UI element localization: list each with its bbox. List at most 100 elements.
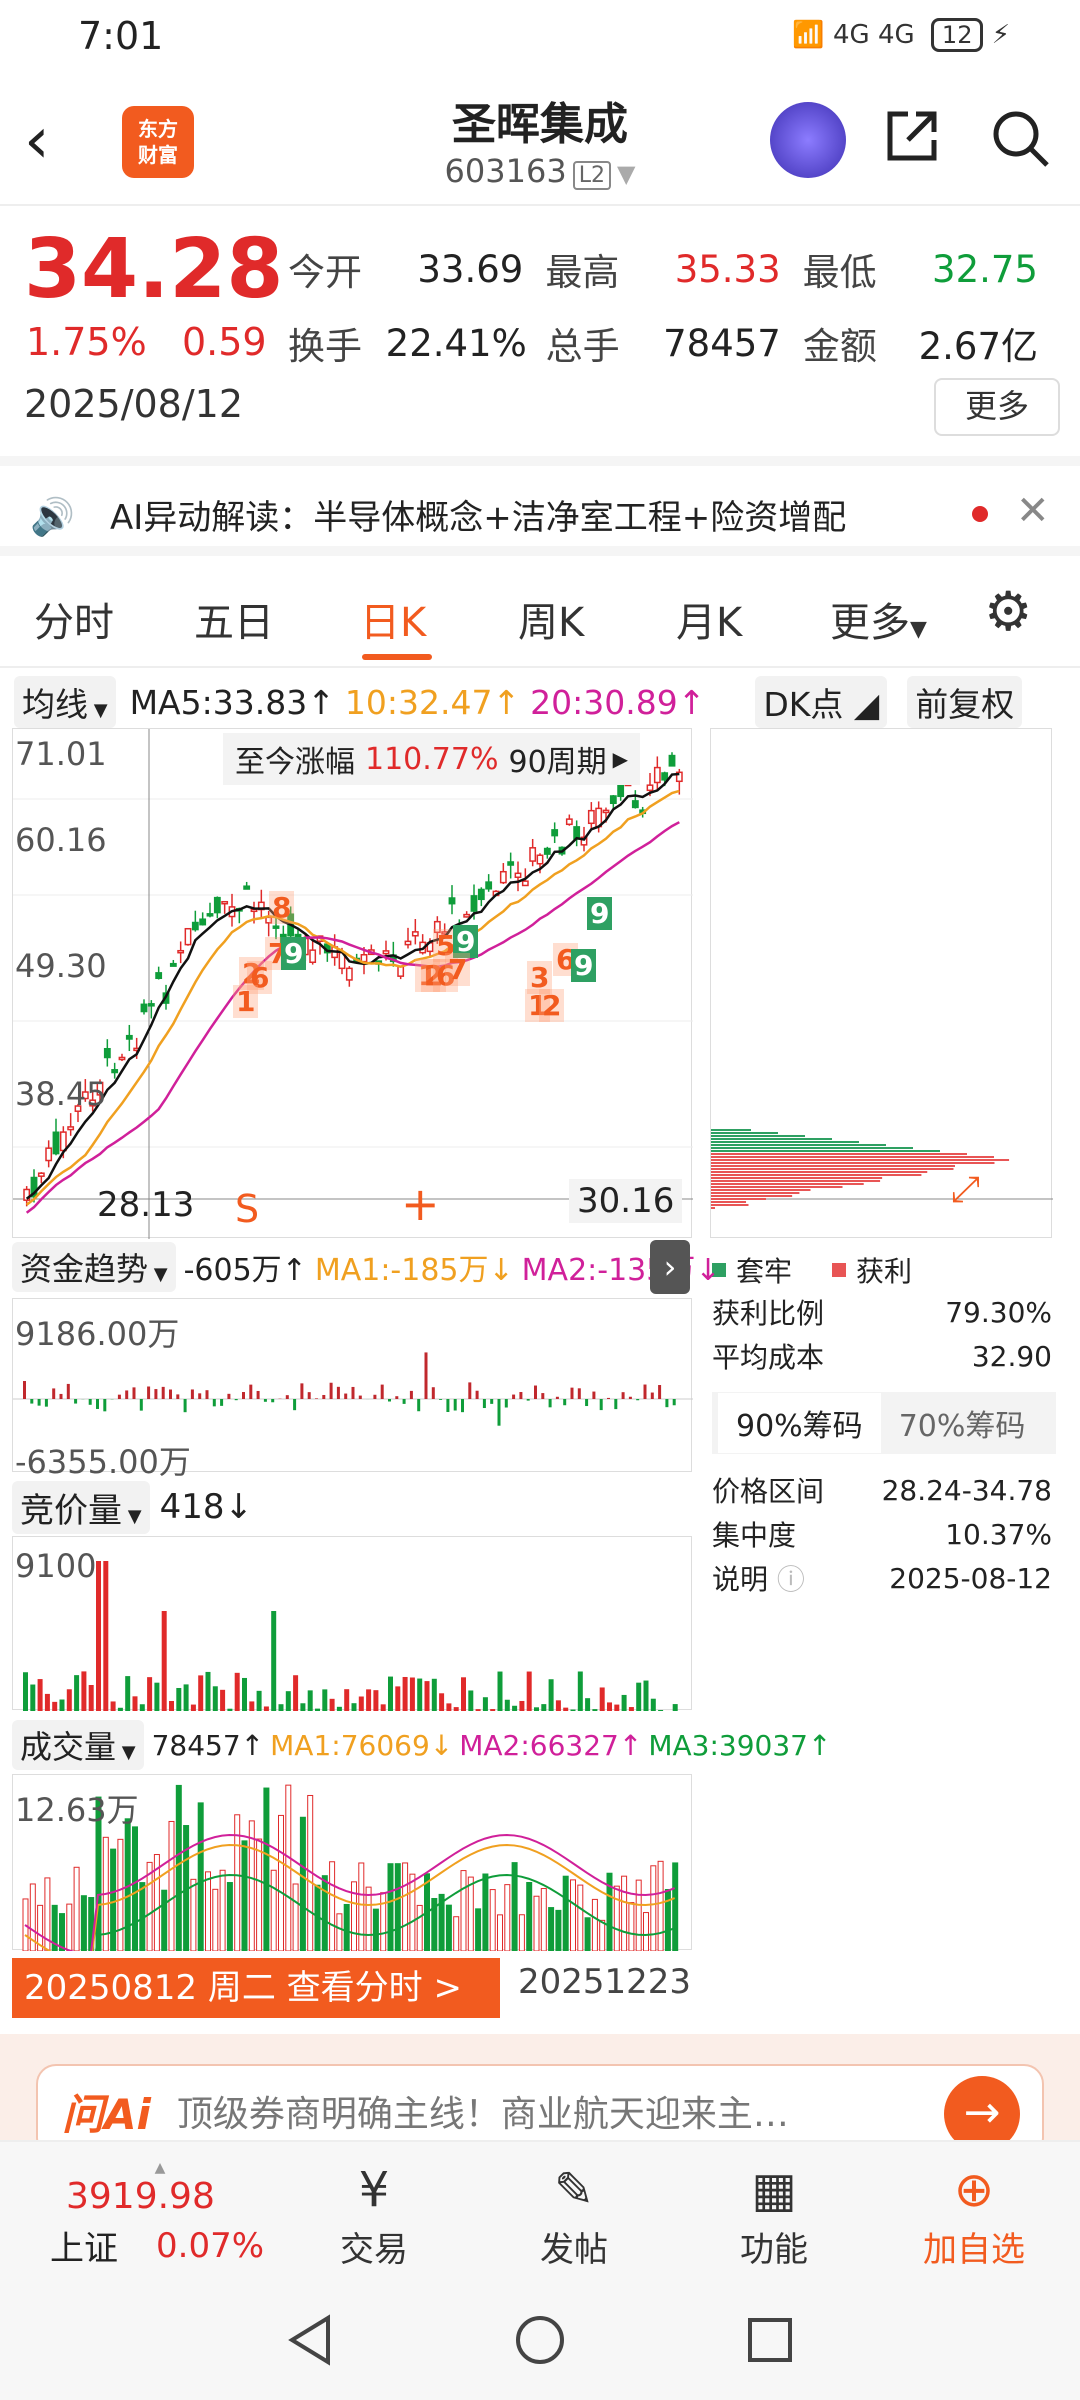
draw-line-icon[interactable]: S xyxy=(235,1187,259,1231)
fund-trend-selector[interactable]: 资金趋势 ▼ xyxy=(12,1242,176,1292)
volume-chart[interactable]: 12.63万 xyxy=(12,1774,692,1951)
nav-label: 发帖 xyxy=(540,2230,608,2270)
wifi-icon: 📶 xyxy=(792,20,825,50)
chip-bar xyxy=(711,1162,995,1164)
ai-insight-bar[interactable]: 🔊 AI异动解读：半导体概念+洁净室工程+险资增配 ✕ xyxy=(0,456,1080,556)
fund-bar xyxy=(439,1399,443,1400)
auction-bar xyxy=(117,1707,123,1711)
info-icon[interactable]: ⓘ xyxy=(777,1563,805,1596)
more-quote-button[interactable]: 更多 xyxy=(934,378,1060,436)
auction-bar xyxy=(607,1702,612,1711)
search-icon[interactable] xyxy=(988,106,1052,170)
volume-bar xyxy=(504,1884,511,1951)
auction-bar xyxy=(322,1689,328,1711)
volume-bar xyxy=(489,1889,496,1951)
volume-bar xyxy=(380,1892,387,1951)
nav-home-icon[interactable] xyxy=(510,2310,570,2370)
chip-bar xyxy=(711,1183,864,1185)
auction-bar xyxy=(344,1689,350,1711)
nav-recents-icon[interactable] xyxy=(740,2310,800,2370)
volume-ma1: MA1:76069↓ xyxy=(270,1728,454,1762)
tab-weekly-k[interactable]: 周K xyxy=(518,590,584,648)
nav-back-icon[interactable] xyxy=(280,2310,340,2370)
tab-intraday[interactable]: 分时 xyxy=(34,590,114,648)
nav-add-watchlist[interactable]: ⊕ 加自选 xyxy=(904,2162,1044,2271)
tab-more[interactable]: 更多▼ xyxy=(830,590,927,648)
ai-insight-text[interactable]: AI异动解读：半导体概念+洁净室工程+险资增配 xyxy=(110,490,846,539)
amount-value: 2.67亿 xyxy=(918,325,1038,368)
auction-bar xyxy=(490,1709,496,1711)
close-icon[interactable]: ✕ xyxy=(1016,488,1050,534)
stock-code: 603163 xyxy=(444,152,567,190)
chevron-right-icon[interactable]: › xyxy=(650,1240,690,1294)
chip-bar xyxy=(711,1150,940,1152)
fund-bar xyxy=(446,1399,450,1412)
auction-bar xyxy=(110,1701,116,1711)
candle-body xyxy=(536,854,544,865)
grid-icon: ▦ xyxy=(751,2162,797,2218)
tab-five-day[interactable]: 五日 xyxy=(194,590,274,648)
nav-post[interactable]: ✎ 发帖 xyxy=(504,2162,644,2271)
tab-daily-k[interactable]: 日K xyxy=(360,590,426,648)
auction-chart[interactable]: 9100 xyxy=(12,1536,692,1711)
candle-body xyxy=(309,949,317,964)
index-line: 上证 0.07% xyxy=(50,2221,270,2270)
cursor-price: 28.13 xyxy=(97,1185,195,1225)
add-icon[interactable]: + xyxy=(401,1177,440,1231)
battery-icon: 12 xyxy=(930,18,984,52)
adjust-button[interactable]: 前复权 xyxy=(907,676,1023,728)
auction-bar xyxy=(74,1675,80,1711)
y-tick: 38.45 xyxy=(15,1075,107,1113)
auction-selector[interactable]: 竞价量 ▼ xyxy=(12,1480,150,1534)
tab-chip-90[interactable]: 90%筹码 xyxy=(718,1393,881,1453)
candle-body xyxy=(206,913,214,917)
candle-body xyxy=(243,885,251,890)
expand-icon[interactable]: ⤢ xyxy=(951,1169,980,1211)
ai-assistant-avatar[interactable] xyxy=(770,102,846,178)
fund-bar xyxy=(227,1393,231,1399)
auction-bar xyxy=(366,1689,372,1711)
chevron-down-icon: ▼ xyxy=(910,617,927,642)
quote-row: 换手 22.41% 总手 78457 金额 2.67亿 xyxy=(288,306,1060,380)
fund-bar xyxy=(322,1394,326,1399)
dk-point-label: DK点 xyxy=(763,685,844,724)
auction-bar xyxy=(409,1677,415,1711)
volume-bar xyxy=(584,1917,591,1951)
auction-bar xyxy=(52,1701,58,1711)
ma-selector[interactable]: 均线 ▼ xyxy=(14,676,116,728)
auction-bar xyxy=(541,1704,547,1711)
chip-distribution-chart[interactable]: ⤢ xyxy=(710,728,1053,1238)
gear-icon[interactable]: ⚙ xyxy=(984,580,1032,643)
ma20-value: 20:30.89↑ xyxy=(530,682,706,722)
range-gain-box[interactable]: 至今涨幅 110.77% 90周期 ▶ xyxy=(223,733,641,785)
range-period: 90周期 xyxy=(508,745,607,780)
auction-bar xyxy=(351,1703,357,1711)
auction-bar xyxy=(125,1676,131,1711)
view-intraday-button[interactable]: 20250812 周二 查看分时 > xyxy=(12,1958,500,2018)
tab-monthly-k[interactable]: 月K xyxy=(676,590,742,648)
share-icon[interactable] xyxy=(882,106,942,166)
volume-bar xyxy=(343,1903,350,1951)
auction-bar xyxy=(504,1699,510,1711)
chip-row: 说明 ⓘ 2025-08-12 xyxy=(712,1556,1052,1600)
tab-chip-70[interactable]: 70%筹码 xyxy=(881,1393,1044,1453)
kline-chart[interactable]: 71.01 60.16 49.30 38.45 至今涨幅 110.77% 90周… xyxy=(12,728,693,1239)
candle-body xyxy=(404,940,412,946)
fund-bar xyxy=(431,1387,435,1399)
ma-selector-label: 均线 xyxy=(22,685,88,724)
nav-functions[interactable]: ▦ 功能 xyxy=(704,2162,844,2271)
volume-bar xyxy=(621,1875,628,1951)
auction-bar xyxy=(643,1680,649,1711)
fund-bar xyxy=(125,1390,129,1399)
dk-point-button[interactable]: DK点 ◢ xyxy=(755,676,888,728)
nav-trade[interactable]: ¥ 交易 xyxy=(304,2162,444,2271)
volume-selector[interactable]: 成交量 ▼ xyxy=(12,1720,144,1770)
fund-bar xyxy=(461,1399,464,1413)
chip-bar xyxy=(711,1186,843,1188)
fund-bar xyxy=(402,1399,406,1404)
fund-trend-chart[interactable]: 9186.00万 -6355.00万 xyxy=(12,1298,693,1481)
fund-bar xyxy=(555,1396,559,1399)
chart-period-tabs: 分时 五日 日K 周K 月K 更多▼ ⚙ xyxy=(0,562,1080,668)
system-nav-bar xyxy=(0,2280,1080,2400)
index-ticker[interactable]: ▲ 3919.98 上证 0.07% xyxy=(50,2160,270,2270)
